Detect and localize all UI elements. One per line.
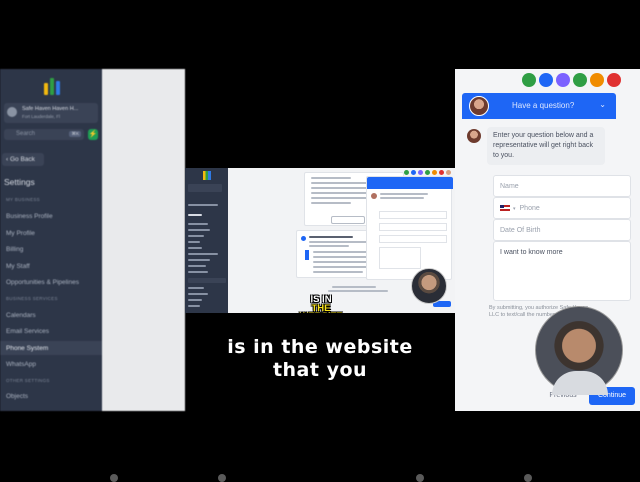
search-placeholder: Search: [16, 131, 36, 137]
name-field[interactable]: Name: [493, 175, 631, 197]
inset-presenter-cam: [411, 268, 447, 304]
sidebar-item-billing[interactable]: Billing: [6, 246, 23, 253]
sidebar-item-business-profile[interactable]: Business Profile: [6, 213, 53, 220]
screen-recording-inset: IS IN THE WEBSITE: [185, 168, 455, 313]
caption-line1: is in the website: [227, 336, 413, 358]
apps-icon[interactable]: [573, 73, 587, 87]
sidebar-item-phone-system[interactable]: Phone System: [6, 345, 48, 352]
phone-icon[interactable]: [522, 73, 536, 87]
chat-widget-header[interactable]: Have a question? ⌄: [462, 93, 616, 119]
go-back-button[interactable]: ‹ Go Back: [2, 153, 44, 166]
message-avatar: [467, 129, 481, 143]
subtitle-caption: is in the website that you: [180, 336, 460, 382]
inset-sidebar: [185, 168, 228, 313]
agent-avatar: [469, 96, 489, 116]
progress-dot: [524, 474, 532, 482]
sidebar-item-my-profile[interactable]: My Profile: [6, 230, 35, 237]
chat-widget-title: Have a question?: [512, 101, 575, 110]
video-frame: Safe Haven Haven H... Fort Lauderdale, F…: [0, 0, 640, 482]
sidebar-item-email-services[interactable]: Email Services: [6, 328, 49, 335]
section-my-business: MY BUSINESS: [6, 197, 40, 202]
progress-dot: [416, 474, 424, 482]
inset-chat-widget: [366, 176, 453, 280]
search-shortcut: ⌘K: [69, 131, 81, 137]
avatar[interactable]: [607, 73, 621, 87]
location-sub: Fort Lauderdale, Fl: [22, 114, 61, 119]
location-avatar: [7, 107, 17, 117]
progress-dot: [110, 474, 118, 482]
sidebar-item-my-staff[interactable]: My Staff: [6, 263, 30, 270]
caption-line2: that you: [272, 359, 368, 381]
sidebar-search-input[interactable]: Search ⌘K: [4, 129, 84, 140]
location-switcher[interactable]: Safe Haven Haven H... Fort Lauderdale, F…: [4, 103, 98, 123]
presenter-webcam: [535, 306, 623, 395]
inset-caption: IS IN THE WEBSITE: [292, 295, 350, 313]
inset-logo-icon: [203, 171, 211, 180]
app-logo-icon: [42, 75, 62, 95]
section-business-services: BUSINESS SERVICES: [6, 296, 58, 301]
intro-message: Enter your question below and a represen…: [487, 127, 605, 165]
inset-caption-line2: THE WEBSITE: [299, 302, 342, 313]
us-flag-icon: [500, 205, 510, 212]
progress-dot: [218, 474, 226, 482]
sidebar-item-whatsapp[interactable]: WhatsApp: [6, 361, 36, 368]
left-app-panel: Safe Haven Haven H... Fort Lauderdale, F…: [0, 69, 185, 411]
sidebar-item-calendars[interactable]: Calendars: [6, 312, 36, 319]
bell-icon[interactable]: [590, 73, 604, 87]
quick-add-button[interactable]: ⚡: [88, 129, 98, 140]
section-other-settings: OTHER SETTINGS: [6, 378, 50, 383]
message-field[interactable]: I want to know more: [493, 241, 631, 301]
sidebar-item-opportunities[interactable]: Opportunities & Pipelines: [6, 279, 79, 286]
dob-field[interactable]: Date Of Birth: [493, 219, 631, 241]
sidebar-item-objects[interactable]: Objects: [6, 393, 28, 400]
settings-heading: Settings: [4, 177, 35, 187]
chevron-down-icon[interactable]: ⌄: [599, 100, 606, 109]
phone-field[interactable]: ▾ Phone: [493, 197, 631, 219]
help-icon[interactable]: [556, 73, 570, 87]
megaphone-icon[interactable]: [539, 73, 553, 87]
settings-sidebar: Safe Haven Haven H... Fort Lauderdale, F…: [0, 69, 102, 411]
location-name: Safe Haven Haven H...: [22, 106, 79, 112]
